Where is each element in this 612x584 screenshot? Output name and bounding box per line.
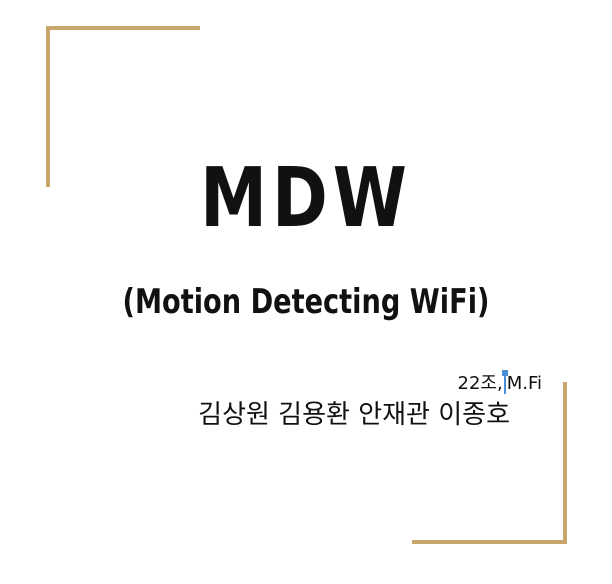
team-label[interactable]: 22조, M.Fi xyxy=(457,370,542,394)
team-label-suffix: M.Fi xyxy=(506,373,542,394)
bottom-right-bracket-vertical xyxy=(563,382,567,544)
slide-subtitle[interactable]: (Motion Detecting WiFi) xyxy=(61,285,551,319)
bottom-right-bracket-horizontal xyxy=(412,540,567,544)
team-members[interactable]: 김상원 김용환 안재관 이종호 xyxy=(198,400,510,431)
slide-title[interactable]: MDW xyxy=(55,158,557,240)
top-left-bracket-vertical xyxy=(46,26,50,187)
top-left-bracket-horizontal xyxy=(46,26,200,30)
text-cursor-icon xyxy=(501,370,508,394)
team-label-prefix: 22조, xyxy=(457,373,503,394)
